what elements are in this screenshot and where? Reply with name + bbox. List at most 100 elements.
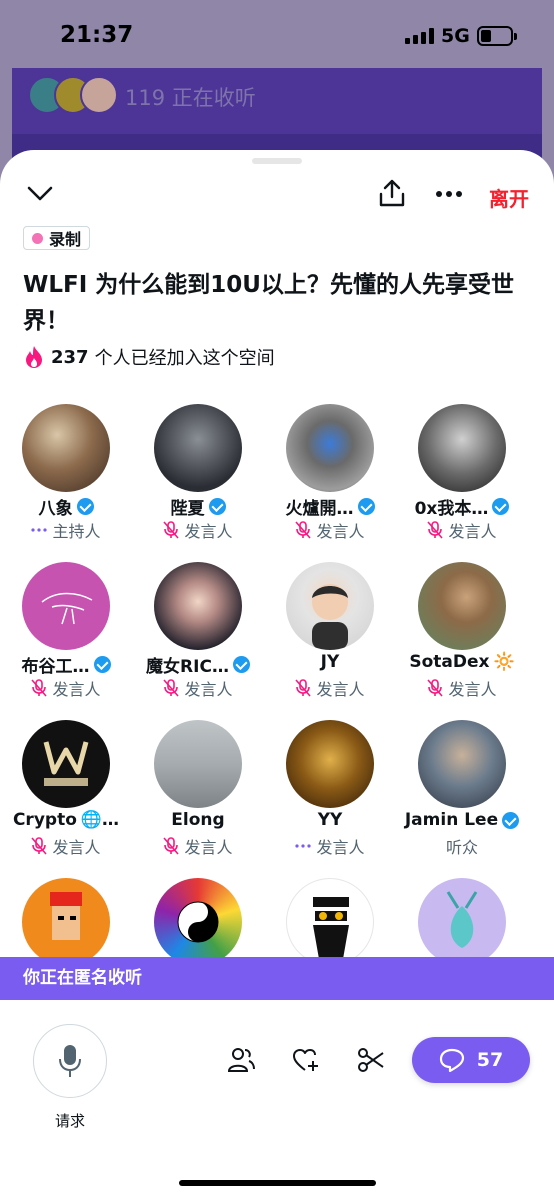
avatar <box>22 720 110 808</box>
w-logo-icon <box>43 741 89 786</box>
participant[interactable]: 八象 主持人 <box>0 404 132 554</box>
participant[interactable]: 火爐開… 发言人 <box>264 404 396 554</box>
avatar <box>418 404 506 492</box>
mic-off-icon <box>31 679 48 697</box>
mic-off-icon <box>295 521 312 539</box>
participant-name: 火爐開… <box>285 499 354 519</box>
participant-role: 主持人 <box>52 522 101 541</box>
participant[interactable]: Crypto 🌐… 发言人 <box>0 720 132 870</box>
network-label: 5G <box>441 25 470 47</box>
verified-icon <box>208 498 226 515</box>
participant[interactable]: Elong 发言人 <box>132 720 264 870</box>
mic-off-icon <box>163 521 180 539</box>
recording-dot <box>32 232 43 244</box>
joined-number: 237 <box>51 346 89 368</box>
participant-name: JY <box>320 652 340 672</box>
mic-off-icon <box>31 837 48 855</box>
bottom-bar: 请求 57 <box>0 1000 554 1199</box>
verified-icon <box>502 811 520 829</box>
avatar <box>22 878 110 966</box>
scissors-icon[interactable] <box>357 1047 385 1073</box>
verified-icon <box>357 498 375 515</box>
participant[interactable]: SotaDex 🔆 发言人 <box>396 562 528 712</box>
dots-icon <box>31 528 48 532</box>
participant[interactable]: 0x我本… 发言人 <box>396 404 528 554</box>
fire-icon <box>26 346 42 368</box>
sun-emoji-icon: 🔆 <box>493 652 515 672</box>
recording-label: 录制 <box>49 230 82 249</box>
participant[interactable]: 魔女RIC… 发言人 <box>132 562 264 712</box>
home-indicator <box>179 1180 376 1186</box>
request-label: 请求 <box>54 1112 85 1130</box>
chevron-down-icon[interactable] <box>27 185 53 203</box>
verified-icon <box>492 498 510 515</box>
recording-badge: 录制 <box>23 226 91 250</box>
avatar <box>286 720 374 808</box>
leave-button[interactable]: 离开 <box>489 183 529 212</box>
participant[interactable]: 陛夏 发言人 <box>132 404 264 554</box>
avatar <box>418 720 506 808</box>
participant-name: Crypto <box>12 810 77 830</box>
participant-role: 发言人 <box>184 680 233 699</box>
avatar <box>154 562 242 650</box>
participant-name: 魔女RIC… <box>146 657 229 677</box>
battery-icon <box>477 26 517 46</box>
mic-off-icon <box>427 679 444 697</box>
request-mic-button[interactable] <box>33 1024 107 1098</box>
avatar <box>286 878 374 966</box>
comments-count: 57 <box>476 1049 504 1071</box>
mic-off-icon <box>163 679 180 697</box>
participant-role: 发言人 <box>316 838 365 857</box>
participant[interactable]: YY 发言人 <box>264 720 396 870</box>
blue-creature-icon <box>446 891 478 948</box>
participant[interactable]: JY 发言人 <box>264 562 396 712</box>
dots-icon <box>295 844 312 848</box>
status-bar: 21:37 5G <box>0 0 554 68</box>
participant-role: 发言人 <box>184 522 233 541</box>
sheet-grabber[interactable] <box>252 158 302 164</box>
participant-name: 0x我本… <box>414 499 489 519</box>
joined-text: 个人已经加入这个空间 <box>94 348 275 369</box>
comments-button[interactable]: 57 <box>412 1037 530 1083</box>
avatar <box>418 562 506 650</box>
participant-name: 陛夏 <box>170 499 205 519</box>
status-time: 21:37 <box>60 22 134 48</box>
verified-icon <box>76 498 94 515</box>
mic-off-icon <box>427 521 444 539</box>
globe-emoji-icon: 🌐… <box>80 810 120 830</box>
share-icon[interactable] <box>378 178 406 208</box>
signal-icon <box>405 28 434 44</box>
listener-avatars <box>28 76 118 114</box>
mic-off-icon <box>295 679 312 697</box>
participant-role: 发言人 <box>448 522 497 541</box>
people-icon[interactable] <box>227 1047 255 1073</box>
avatar <box>22 562 110 650</box>
participant-role: 发言人 <box>52 838 101 857</box>
bearded-face-icon <box>313 897 349 959</box>
participant-role: 发言人 <box>316 522 365 541</box>
anonymous-banner: 你正在匿名收听 <box>0 957 554 1000</box>
participant-role: 发言人 <box>448 680 497 699</box>
verified-icon <box>232 656 250 673</box>
participant-role: 发言人 <box>184 838 233 857</box>
heart-plus-icon[interactable] <box>292 1047 320 1073</box>
avatar <box>154 878 242 966</box>
avatar <box>22 404 110 492</box>
avatar <box>286 562 374 650</box>
participant[interactable]: 布谷工… 发言人 <box>0 562 132 712</box>
listening-count: 119 正在收听 <box>125 86 256 110</box>
avatar <box>154 404 242 492</box>
participant[interactable]: Jamin Lee 听众 <box>396 720 528 870</box>
participant-name: 布谷工… <box>21 657 90 677</box>
participant-name: SotaDex <box>409 652 490 672</box>
participant-name: 八象 <box>38 499 73 519</box>
participant-name: Jamin Lee <box>404 810 499 830</box>
comment-icon <box>439 1048 464 1072</box>
mic-off-icon <box>163 837 180 855</box>
participant-name: Elong <box>171 810 225 830</box>
participant-role: 发言人 <box>52 680 101 699</box>
cartoon-boy-icon <box>312 584 348 650</box>
avatar <box>418 878 506 966</box>
more-icon[interactable] <box>435 190 463 198</box>
bird-drawing-icon <box>41 592 93 625</box>
